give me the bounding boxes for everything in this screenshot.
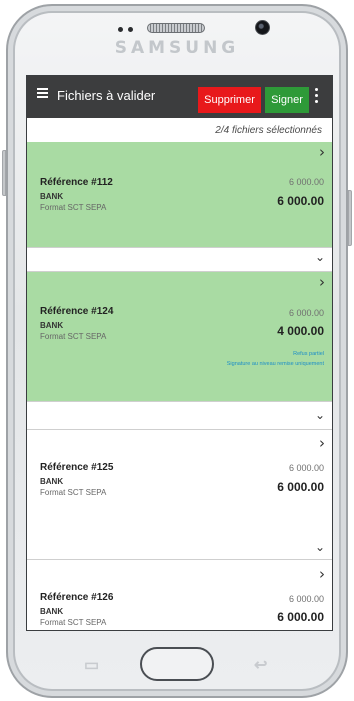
chevron-right-icon[interactable]: › [319, 143, 325, 161]
sensor-dot [128, 27, 133, 32]
file-amount-total: 6 000.00 [288, 463, 324, 473]
file-format: Format SCT SEPA [40, 203, 107, 212]
file-amount-selected: 6 000.00 [277, 610, 324, 624]
file-bank: BANK [40, 477, 64, 486]
file-card[interactable]: › Référence #124 BANK Format SCT SEPA 6 … [27, 272, 332, 402]
chevron-right-icon[interactable]: › [319, 273, 325, 291]
menu-icon[interactable] [37, 88, 48, 98]
file-reference: Référence #125 [40, 462, 114, 473]
file-amount-selected: 6 000.00 [277, 194, 324, 208]
file-reference: Référence #126 [40, 592, 114, 603]
partial-refusal-note: Refus partiel [293, 351, 324, 357]
file-card[interactable]: › Référence #125 BANK Format SCT SEPA 6 … [27, 430, 332, 560]
back-icon[interactable]: ↩ [254, 655, 267, 675]
file-card[interactable]: › Référence #112 BANK Format SCT SEPA 6 … [27, 142, 332, 248]
file-format: Format SCT SEPA [40, 618, 107, 627]
chevron-down-icon[interactable]: ⌄ [315, 540, 325, 554]
chevron-down-icon[interactable]: ⌄ [315, 408, 325, 422]
file-format: Format SCT SEPA [40, 488, 107, 497]
file-reference: Référence #124 [40, 306, 114, 317]
selection-count: 2/4 fichiers sélectionnés [215, 125, 322, 136]
device-brand: SAMSUNG [114, 38, 240, 58]
sensor-dot [118, 27, 123, 32]
file-bank: BANK [40, 192, 64, 201]
file-bank: BANK [40, 321, 64, 330]
file-amount-selected: 6 000.00 [277, 480, 324, 494]
file-amount-total: 6 000.00 [288, 177, 324, 187]
app-bar: Fichiers à valider Supprimer Signer [27, 76, 332, 118]
file-card[interactable]: › Référence #126 BANK Format SCT SEPA 6 … [27, 560, 332, 630]
power-button [348, 190, 352, 246]
page-title: Fichiers à valider [57, 88, 156, 103]
card-expander[interactable]: ⌄ [27, 248, 332, 272]
card-expander[interactable]: ⌄ [27, 402, 332, 430]
app-screen: Fichiers à valider Supprimer Signer 2/4 … [26, 75, 333, 631]
more-options-icon[interactable] [315, 88, 319, 104]
file-reference: Référence #112 [40, 177, 113, 188]
file-amount-total: 6 000.00 [288, 308, 324, 318]
file-amount-total: 6 000.00 [288, 594, 324, 604]
home-button[interactable] [140, 647, 214, 681]
sign-button[interactable]: Signer [265, 87, 309, 113]
chevron-right-icon[interactable]: › [319, 565, 325, 583]
chevron-down-icon[interactable]: ⌄ [315, 250, 325, 264]
signature-level-note: Signature au niveau remise uniquement [226, 361, 324, 367]
file-amount-selected: 4 000.00 [277, 324, 324, 338]
file-bank: BANK [40, 607, 64, 616]
volume-button [2, 150, 6, 196]
front-camera [255, 20, 270, 35]
chevron-right-icon[interactable]: › [319, 434, 325, 452]
recent-apps-icon[interactable]: ▭ [84, 655, 99, 675]
delete-button[interactable]: Supprimer [198, 87, 261, 113]
speaker-grille [147, 23, 205, 33]
file-format: Format SCT SEPA [40, 332, 107, 341]
